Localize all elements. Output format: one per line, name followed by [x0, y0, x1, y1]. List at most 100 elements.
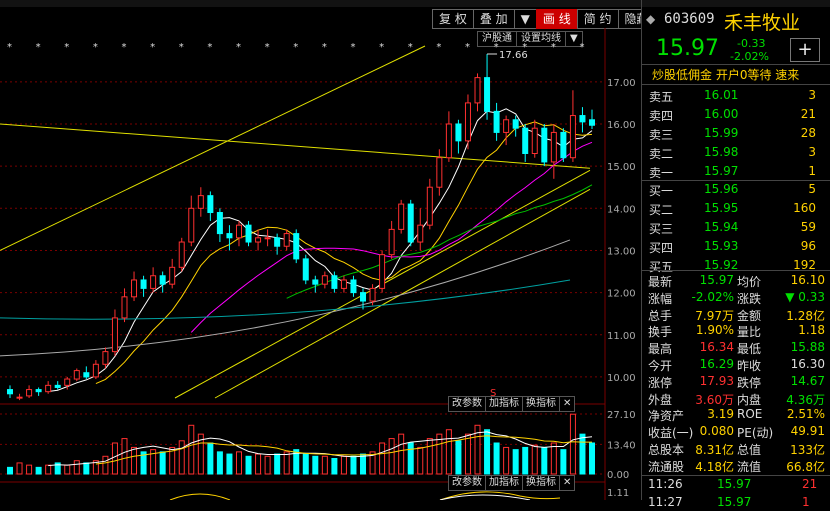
candle-body[interactable] [589, 119, 595, 126]
candle-body[interactable] [264, 237, 271, 240]
volume-bar[interactable] [464, 433, 471, 475]
volume-bar[interactable] [426, 438, 433, 475]
volume-bar[interactable] [350, 455, 357, 475]
volume-bar[interactable] [16, 462, 23, 475]
prev-stock-icon[interactable]: ◆ [646, 12, 655, 26]
volume-bar[interactable] [493, 442, 500, 475]
volume-bar[interactable] [64, 464, 71, 475]
volume-bar[interactable] [45, 464, 52, 475]
candle-body[interactable] [484, 77, 491, 112]
candle-body[interactable] [417, 224, 424, 243]
news-star-icon[interactable]: * [494, 42, 499, 53]
candle-body[interactable] [283, 233, 290, 247]
news-star-icon[interactable]: * [436, 42, 441, 53]
news-star-icon[interactable]: * [150, 42, 155, 53]
news-star-icon[interactable]: * [179, 42, 184, 53]
candle-body[interactable] [579, 115, 586, 123]
candle-body[interactable] [398, 203, 405, 230]
toolbar-tab-3[interactable]: 画 线 [535, 9, 578, 29]
volume-bar[interactable] [121, 438, 128, 475]
candle-body[interactable] [350, 279, 357, 294]
news-star-icon[interactable]: * [322, 42, 327, 53]
candle-body[interactable] [379, 254, 386, 289]
volume-bar[interactable] [503, 446, 510, 475]
news-star-icon[interactable]: * [379, 42, 384, 53]
panel-tab-0[interactable]: 改参数 [448, 475, 486, 491]
ad-banner-link[interactable]: 炒股低佣金 开户0等待 速来 [652, 66, 799, 83]
news-star-icon[interactable]: * [293, 42, 298, 53]
candle-body[interactable] [541, 127, 548, 163]
candle-body[interactable] [550, 131, 557, 163]
candle-body[interactable] [426, 186, 433, 226]
candle-body[interactable] [159, 275, 166, 285]
candle-body[interactable] [503, 119, 510, 133]
candle-body[interactable] [16, 396, 23, 399]
volume-bar[interactable] [302, 453, 309, 475]
volume-bar[interactable] [407, 442, 414, 475]
volume-bar[interactable] [131, 446, 138, 475]
news-star-icon[interactable]: * [350, 42, 355, 53]
ask-row[interactable]: 卖五 16.01 3 [642, 88, 830, 104]
candle-body[interactable] [216, 212, 223, 235]
toolbar-tab-1[interactable]: 叠 加 [472, 9, 515, 29]
news-star-icon[interactable]: * [121, 42, 126, 53]
candle-body[interactable] [102, 351, 109, 365]
volume-bar[interactable] [331, 458, 338, 475]
candle-body[interactable] [73, 370, 80, 380]
candle-body[interactable] [560, 131, 567, 159]
candle-body[interactable] [35, 389, 42, 393]
volume-bar[interactable] [455, 440, 462, 475]
volume-bar[interactable] [550, 442, 557, 475]
volume-bar[interactable] [560, 449, 567, 475]
candle-body[interactable] [178, 241, 185, 268]
candle-body[interactable] [522, 127, 529, 154]
candle-body[interactable] [64, 378, 71, 386]
panel-tab-2[interactable]: 换指标 [522, 396, 560, 412]
candle-body[interactable] [445, 123, 452, 159]
volume-bar[interactable] [512, 449, 519, 475]
ask-row[interactable]: 卖一 15.97 1 [642, 164, 830, 180]
volume-bar[interactable] [579, 433, 586, 475]
volume-bar[interactable] [111, 442, 118, 475]
volume-bar[interactable] [216, 451, 223, 475]
candle-body[interactable] [302, 258, 309, 281]
volume-bar[interactable] [340, 455, 347, 475]
panel-tab-0[interactable]: 改参数 [448, 396, 486, 412]
news-star-icon[interactable]: * [551, 42, 556, 53]
volume-bar[interactable] [522, 446, 529, 475]
candle-body[interactable] [312, 279, 319, 285]
candle-body[interactable] [207, 195, 214, 214]
bid-row[interactable]: 买四 15.93 96 [642, 239, 830, 255]
candle-body[interactable] [274, 237, 281, 247]
candle-body[interactable] [92, 363, 99, 378]
candle-body[interactable] [45, 384, 52, 393]
volume-bar[interactable] [312, 455, 319, 475]
volume-bar[interactable] [283, 451, 290, 475]
bid-row[interactable]: 买二 15.95 160 [642, 201, 830, 217]
candle-body[interactable] [26, 389, 33, 397]
candle-body[interactable] [388, 228, 395, 256]
candle-body[interactable] [131, 279, 138, 298]
volume-bar[interactable] [445, 429, 452, 475]
news-star-icon[interactable]: * [408, 42, 413, 53]
volume-bar[interactable] [159, 451, 166, 475]
close-panel-icon[interactable]: ✕ [559, 475, 576, 491]
candle-body[interactable] [531, 127, 538, 154]
add-watchlist-button[interactable]: + [790, 38, 820, 62]
volume-bar[interactable] [73, 460, 80, 475]
panel-tab-2[interactable]: 换指标 [522, 475, 560, 491]
news-star-icon[interactable]: * [36, 42, 41, 53]
bid-row[interactable]: 买三 15.94 59 [642, 220, 830, 236]
news-star-icon[interactable]: * [579, 42, 584, 53]
candle-body[interactable] [245, 224, 252, 243]
candle-body[interactable] [493, 110, 500, 133]
volume-bar[interactable] [589, 442, 595, 475]
ask-row[interactable]: 卖四 16.00 21 [642, 107, 830, 123]
candle-body[interactable] [293, 233, 300, 260]
candle-body[interactable] [197, 195, 204, 209]
toolbar-tab-4[interactable]: 简 约 [576, 9, 619, 29]
candle-body[interactable] [7, 389, 13, 395]
volume-bar[interactable] [83, 462, 90, 475]
volume-bar[interactable] [188, 424, 195, 475]
candle-body[interactable] [407, 203, 414, 243]
